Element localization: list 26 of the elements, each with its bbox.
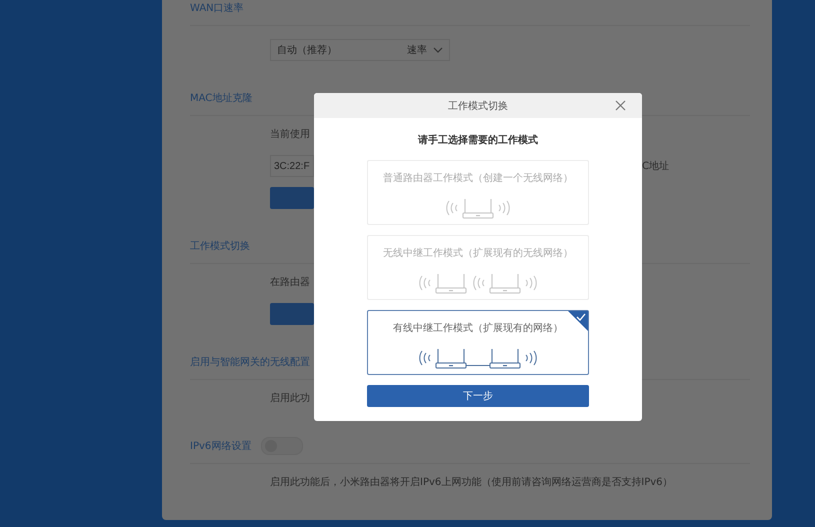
section-title: 启用与智能网关的无线配置: [190, 356, 310, 368]
mode-card[interactable]: 有线中继工作模式（扩展现有的网络）: [367, 310, 589, 375]
chevron-down-icon: [433, 47, 443, 53]
mode-label: 无线中继工作模式（扩展现有的无线网络）: [383, 246, 573, 260]
close-icon[interactable]: [615, 100, 626, 111]
dialog-title: 工作模式切换: [448, 100, 508, 112]
mac-address-field[interactable]: 3C:22:F: [270, 155, 314, 177]
mode-label: 有线中继工作模式（扩展现有的网络）: [393, 322, 563, 335]
side-text: C地址: [642, 160, 669, 173]
next-button[interactable]: 下一步: [367, 385, 589, 407]
section-title: 工作模式切换: [190, 240, 250, 252]
mode-label: 普通路由器工作模式（创建一个无线网络）: [383, 172, 573, 185]
section-title: MAC地址克隆: [190, 92, 252, 104]
button[interactable]: [270, 187, 314, 209]
section-title: WAN口速率: [190, 2, 244, 14]
mode-card[interactable]: 无线中继工作模式（扩展现有的无线网络）: [367, 235, 589, 300]
mode-card[interactable]: 普通路由器工作模式（创建一个无线网络）: [367, 160, 589, 225]
section-title: IPv6网络设置: [190, 440, 252, 452]
description-text: 当前使用: [270, 129, 310, 141]
speed-select[interactable]: 自动（推荐） 速率: [270, 39, 450, 61]
description-text: 启用此功能后，小米路由器将开启IPv6上网功能（使用前请咨询网络运营商是否支持IPv6）: [270, 477, 673, 489]
description-text: 在路由器: [270, 277, 310, 289]
checkmark-icon: [568, 311, 588, 331]
prompt-text: 请手工选择需要的工作模式: [418, 134, 538, 147]
button[interactable]: [270, 303, 314, 325]
description-text: 启用此功: [270, 393, 310, 405]
